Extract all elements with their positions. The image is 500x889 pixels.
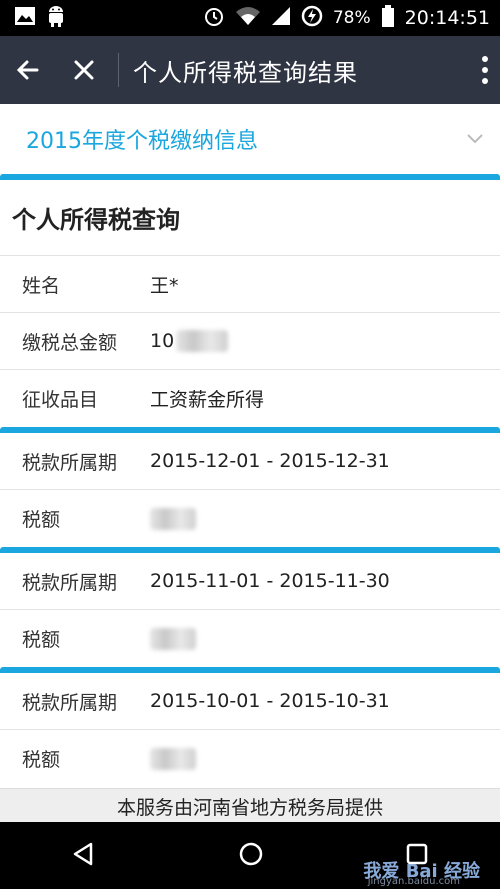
android-icon xyxy=(46,5,66,31)
redacted-value xyxy=(150,627,196,650)
battery-icon xyxy=(381,4,395,32)
total-amount-prefix: 10 xyxy=(150,329,175,352)
nav-back-button[interactable] xyxy=(71,841,97,871)
info-row-category: 征收品目 工资薪金所得 xyxy=(0,370,500,427)
triangle-back-icon xyxy=(73,842,92,865)
alarm-icon xyxy=(203,5,225,32)
row-value: 2015-10-01 - 2015-10-31 xyxy=(150,690,390,712)
amount-row: 税额 xyxy=(0,610,500,667)
row-value: 2015-12-01 - 2015-12-31 xyxy=(150,450,390,472)
row-label: 税款所属期 xyxy=(22,691,118,714)
row-label: 缴税总金额 xyxy=(22,331,118,354)
period-row: 税款所属期 2015-12-01 - 2015-12-31 xyxy=(0,433,500,490)
status-bar: 78% 20:14:51 xyxy=(0,0,500,36)
clock-text: 20:14:51 xyxy=(404,7,490,29)
page-title: 个人所得税查询结果 xyxy=(133,58,358,87)
system-nav-bar: 我爱 Bai 经验 jingyan.baidu.com xyxy=(0,822,500,889)
row-value: 2015-11-01 - 2015-11-30 xyxy=(150,570,390,592)
info-row-name: 姓名 王* xyxy=(0,256,500,313)
redacted-value xyxy=(176,330,229,353)
row-value: 工资薪金所得 xyxy=(150,389,265,411)
wifi-icon xyxy=(235,6,261,31)
row-value xyxy=(150,627,196,650)
chevron-down-icon xyxy=(467,134,483,144)
period-row: 税款所属期 2015-10-01 - 2015-10-31 xyxy=(0,673,500,730)
watermark-url: jingyan.baidu.com xyxy=(367,876,460,887)
app-bar-divider xyxy=(118,53,119,87)
year-section-label: 2015年度个税缴纳信息 xyxy=(26,129,258,154)
image-icon xyxy=(14,6,36,30)
section-title: 个人所得税查询 xyxy=(0,180,500,256)
year-section-header[interactable]: 2015年度个税缴纳信息 xyxy=(0,104,500,174)
data-saver-icon xyxy=(301,5,323,32)
circle-home-icon xyxy=(239,842,263,865)
close-icon xyxy=(74,60,94,80)
footer-notice: 本服务由河南省地方税务局提供 xyxy=(0,788,500,823)
row-value: 王* xyxy=(150,274,179,297)
amount-row: 税额 xyxy=(0,730,500,787)
redacted-value xyxy=(150,507,196,530)
info-row-total: 缴税总金额 10 xyxy=(0,313,500,370)
period-row: 税款所属期 2015-11-01 - 2015-11-30 xyxy=(0,553,500,610)
signal-icon xyxy=(271,6,291,31)
row-label: 姓名 xyxy=(22,274,61,297)
row-label: 征收品目 xyxy=(22,389,99,411)
more-vert-icon xyxy=(482,56,488,84)
back-button[interactable] xyxy=(0,36,56,104)
battery-text: 78% xyxy=(332,8,371,28)
content-area[interactable]: 2015年度个税缴纳信息 个人所得税查询 姓名 王* 缴税总金额 10 征收品目… xyxy=(0,104,500,788)
arrow-left-icon xyxy=(16,60,39,80)
row-value xyxy=(150,507,196,530)
row-label: 税额 xyxy=(22,749,61,771)
close-button[interactable] xyxy=(56,36,112,104)
row-value: 10 xyxy=(150,329,229,353)
row-label: 税款所属期 xyxy=(22,571,118,594)
amount-row: 税额 xyxy=(0,490,500,547)
row-label: 税额 xyxy=(22,509,61,531)
nav-home-button[interactable] xyxy=(238,841,264,871)
redacted-value xyxy=(150,747,196,770)
app-bar: 个人所得税查询结果 xyxy=(0,36,500,104)
more-options-button[interactable] xyxy=(480,36,490,104)
row-label: 税额 xyxy=(22,629,61,651)
row-value xyxy=(150,747,196,770)
row-label: 税款所属期 xyxy=(22,451,118,474)
